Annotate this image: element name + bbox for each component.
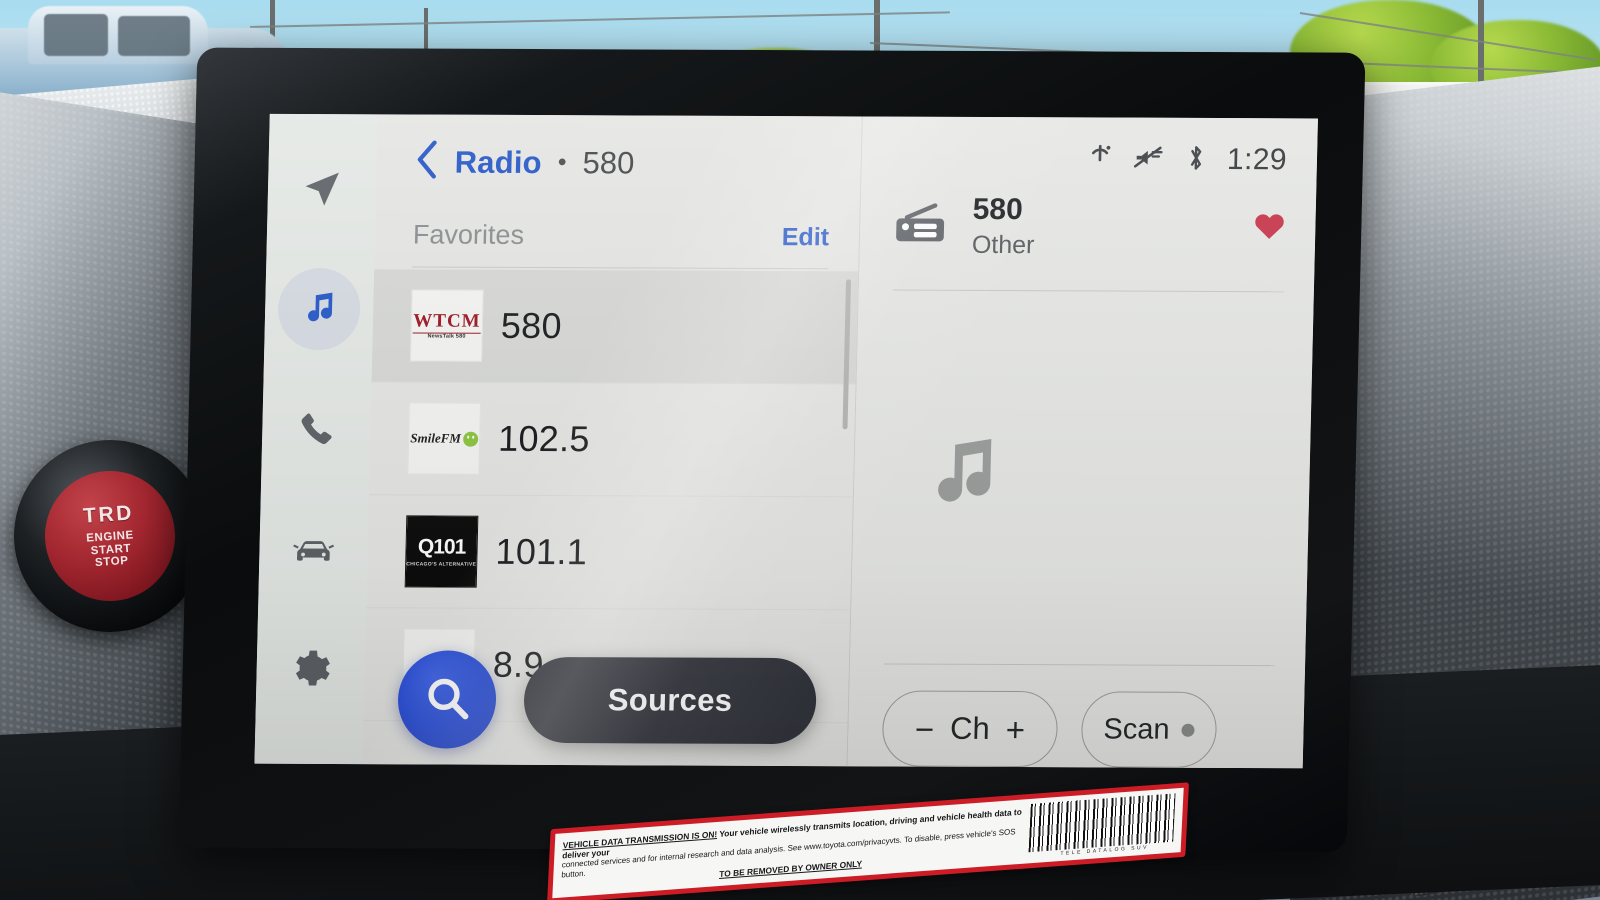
list-item[interactable]: SmileFM 102.5	[368, 382, 856, 498]
now-playing-header: 580 Other	[860, 178, 1317, 260]
sidebar-item-media[interactable]	[277, 267, 362, 351]
now-playing-subtitle: Other	[971, 230, 1035, 259]
page-header: Radio • 580	[376, 114, 862, 185]
station-frequency: 101.1	[495, 530, 588, 573]
channel-stepper[interactable]: − Ch +	[881, 690, 1059, 768]
chevron-left-icon[interactable]	[414, 140, 441, 183]
station-logo-text: SmileFM	[410, 430, 462, 446]
engine-start-stop-button[interactable]: TRD ENGINE START STOP	[40, 466, 180, 606]
search-button[interactable]	[396, 650, 498, 749]
status-bar: 1:29	[861, 116, 1318, 180]
station-logo: SmileFM	[407, 402, 482, 475]
mute-icon	[1133, 142, 1166, 177]
station-logo-subtext: CHICAGO'S ALTERNATIVE	[406, 561, 477, 568]
phone-icon	[295, 408, 338, 450]
favorites-label: Favorites	[412, 219, 525, 250]
bluetooth-icon	[1185, 142, 1208, 177]
favorites-pane: Radio • 580 Favorites Edit WTCM NewsTalk…	[362, 114, 863, 767]
channel-minus-button[interactable]: −	[914, 710, 934, 747]
scan-indicator-dot	[1181, 723, 1195, 737]
sidebar-item-vehicle[interactable]	[272, 508, 356, 590]
navigation-arrow-icon	[300, 167, 345, 211]
station-logo: WTCM NewsTalk 580	[409, 289, 484, 362]
channel-plus-button[interactable]: +	[1005, 710, 1025, 747]
scan-button[interactable]: Scan	[1080, 691, 1218, 768]
music-note-icon	[297, 287, 342, 331]
favorites-list[interactable]: WTCM NewsTalk 580 580 SmileFM 102.5 Q101…	[362, 267, 859, 766]
start-button-line3: STOP	[94, 554, 129, 570]
station-frequency: 580	[500, 304, 563, 347]
station-logo-text: WTCM	[413, 310, 481, 332]
page-title: Radio	[454, 144, 543, 180]
album-art-placeholder	[850, 290, 1314, 665]
sources-label: Sources	[607, 682, 733, 718]
sidebar-item-settings[interactable]	[269, 628, 353, 710]
station-logo: Q101 CHICAGO'S ALTERNATIVE	[404, 515, 479, 588]
music-note-icon	[913, 426, 1011, 527]
screen-content: Radio • 580 Favorites Edit WTCM NewsTalk…	[254, 113, 1318, 769]
trd-logo: TRD	[82, 500, 135, 528]
search-icon	[421, 672, 472, 727]
edit-button[interactable]: Edit	[781, 223, 829, 252]
now-playing-frequency: 580	[972, 192, 1024, 227]
now-playing-pane: 1:29 580 Other − Ch + Scan	[847, 116, 1318, 769]
station-logo-subtext: NewsTalk 580	[412, 332, 481, 340]
wireless-charging-icon	[1087, 142, 1114, 177]
station-logo-text: Q101	[417, 535, 466, 559]
station-frequency: 102.5	[497, 417, 591, 460]
channel-label: Ch	[949, 710, 991, 746]
car-icon	[290, 526, 337, 572]
radio-icon	[894, 197, 953, 254]
list-item[interactable]: WTCM NewsTalk 580 580	[371, 269, 859, 385]
infotainment-display: Radio • 580 Favorites Edit WTCM NewsTalk…	[178, 47, 1366, 853]
sticker-barcode	[1028, 792, 1176, 852]
list-item[interactable]: Q101 CHICAGO'S ALTERNATIVE 101.1	[366, 495, 853, 611]
sidebar-item-phone[interactable]	[274, 388, 358, 470]
playback-controls: − Ch + Scan	[848, 664, 1305, 768]
sticker-headline: VEHICLE DATA TRANSMISSION IS ON!	[562, 828, 718, 851]
truck-window	[44, 14, 108, 56]
heart-filled-icon[interactable]	[1251, 209, 1288, 246]
sources-button[interactable]: Sources	[523, 656, 818, 745]
smiley-face-icon	[462, 431, 479, 447]
favorites-header: Favorites Edit	[412, 219, 830, 270]
header-separator: •	[557, 148, 567, 177]
scan-label: Scan	[1103, 712, 1170, 746]
truck-window	[118, 16, 190, 56]
clock: 1:29	[1226, 143, 1288, 177]
sidebar	[254, 113, 378, 765]
header-station: 580	[582, 144, 635, 180]
sidebar-item-navigation[interactable]	[280, 148, 364, 230]
gear-icon	[288, 647, 333, 691]
